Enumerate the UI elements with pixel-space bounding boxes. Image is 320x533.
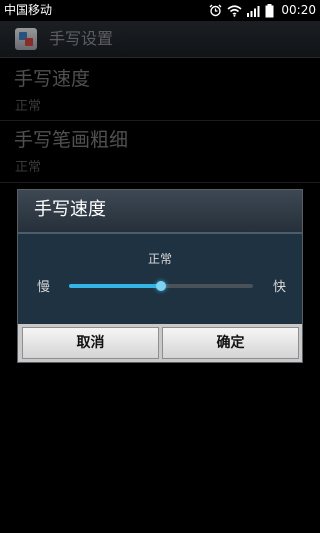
clock-time: 00:20 <box>281 3 316 17</box>
dialog-body: 正常 慢 快 <box>18 234 302 324</box>
carrier-name: 中国移动 <box>4 3 53 17</box>
alarm-icon <box>209 4 222 17</box>
speed-dialog: 手写速度 正常 慢 快 取消 确定 <box>17 189 303 363</box>
status-icons: 00:20 <box>209 0 316 21</box>
screen: 中国移动 00:20 手写设置 手写速度 正常 手写笔画粗细 正常 手写速度 正… <box>0 0 320 533</box>
wifi-icon <box>227 4 242 17</box>
dialog-footer: 取消 确定 <box>18 324 302 362</box>
slider-fill <box>69 284 161 288</box>
battery-icon <box>265 3 274 17</box>
dialog-title: 手写速度 <box>34 199 106 220</box>
slow-label: 慢 <box>37 280 51 295</box>
signal-icon <box>247 5 260 17</box>
speed-slider[interactable] <box>69 279 253 293</box>
fast-label: 快 <box>273 280 287 295</box>
ok-button[interactable]: 确定 <box>162 327 299 359</box>
slider-thumb[interactable] <box>156 281 166 291</box>
status-bar: 中国移动 00:20 <box>0 0 320 21</box>
current-value-label: 正常 <box>147 252 172 266</box>
dialog-header: 手写速度 <box>18 190 302 234</box>
cancel-button[interactable]: 取消 <box>22 327 159 359</box>
